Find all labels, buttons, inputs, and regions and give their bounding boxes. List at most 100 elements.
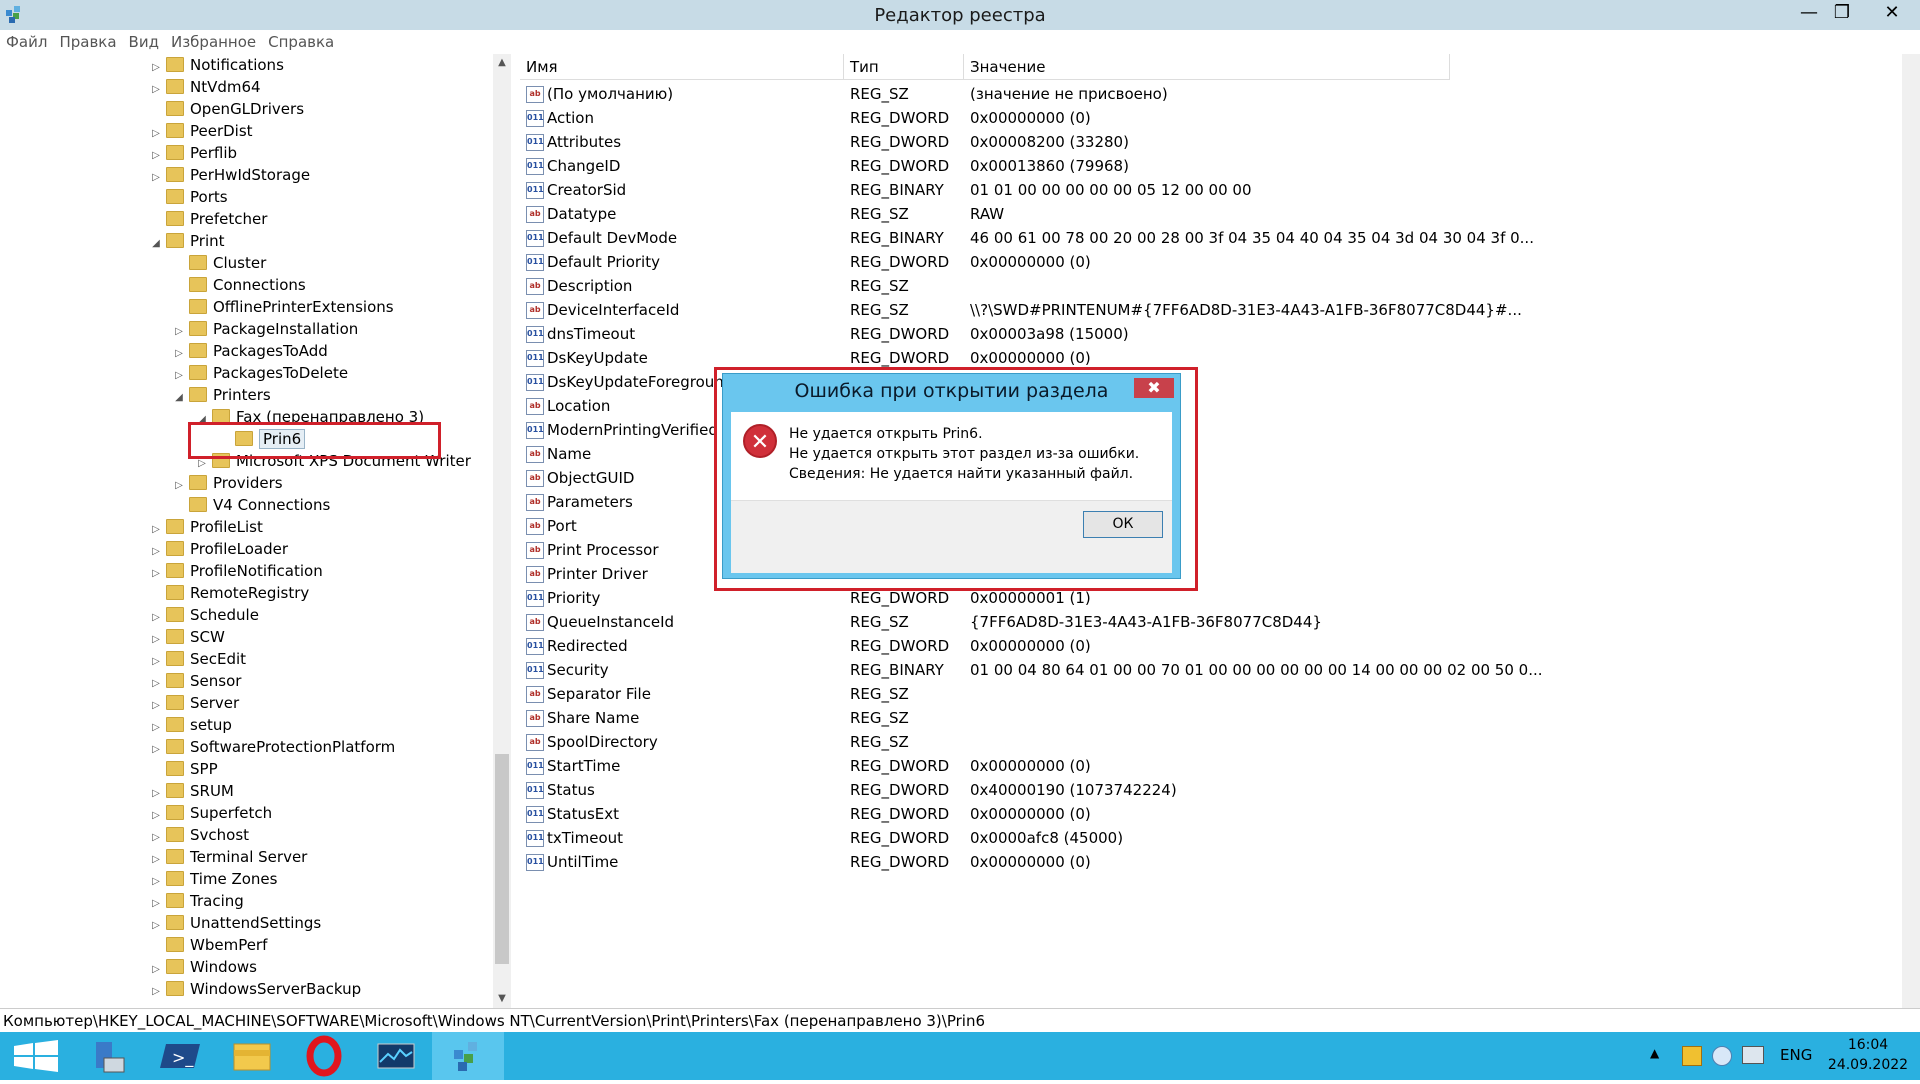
action-center-flag-icon[interactable] xyxy=(1682,1046,1702,1066)
menu-file[interactable]: Файл xyxy=(0,30,53,51)
value-row[interactable]: ab Description REG_SZ xyxy=(520,274,1920,298)
value-row[interactable]: 011 UntilTime REG_DWORD 0x00000000 (0) xyxy=(520,850,1920,874)
tree-node[interactable]: ▷ WindowsServerBackup xyxy=(150,978,361,1000)
maximize-button[interactable]: ❐ xyxy=(1821,0,1863,26)
value-row[interactable]: ab DeviceInterfaceId REG_SZ \\?\SWD#PRINTEN… xyxy=(520,298,1920,322)
tree-node[interactable]: ▷ Sensor xyxy=(150,670,241,692)
tree-node[interactable]: V4 Connections xyxy=(173,494,330,516)
language-indicator[interactable]: ENG xyxy=(1780,1046,1812,1064)
tree-node[interactable]: RemoteRegistry xyxy=(150,582,309,604)
value-row[interactable]: 011 Redirected REG_DWORD 0x00000000 (0) xyxy=(520,634,1920,658)
value-row[interactable]: ab QueueInstanceId REG_SZ {7FF6AD8D-31E3-4A… xyxy=(520,610,1920,634)
column-header-value[interactable]: Значение xyxy=(964,54,1450,80)
taskbar: >_ ▲ ENG 16:04 24.09.2022 xyxy=(0,1032,1920,1080)
network-icon[interactable] xyxy=(1742,1046,1764,1064)
tree-node[interactable]: ▷ PackagesToAdd xyxy=(173,340,328,362)
tree-node[interactable]: ▷ Schedule xyxy=(150,604,259,626)
value-row[interactable]: 011 Default Priority REG_DWORD 0x00000000 (… xyxy=(520,250,1920,274)
tree-node[interactable]: ▷ UnattendSettings xyxy=(150,912,321,934)
list-scrollbar[interactable] xyxy=(1902,54,1920,1008)
value-row[interactable]: 011 CreatorSid REG_BINARY 01 01 00 00 00 00… xyxy=(520,178,1920,202)
tree-node[interactable]: ▷ PerHwIdStorage xyxy=(150,164,310,186)
tree-node[interactable]: ▷ SRUM xyxy=(150,780,234,802)
value-row[interactable]: 011 StartTime REG_DWORD 0x00000000 (0) xyxy=(520,754,1920,778)
tree-node[interactable]: ◢ Printers xyxy=(173,384,271,406)
menu-favorites[interactable]: Избранное xyxy=(165,30,262,51)
tree-node[interactable]: ▷ Time Zones xyxy=(150,868,277,890)
tree-node[interactable]: ▷ Superfetch xyxy=(150,802,272,824)
expanded-arrow-icon[interactable]: ◢ xyxy=(173,387,185,409)
value-row[interactable]: 011 Default DevMode REG_BINARY 46 00 61 00 … xyxy=(520,226,1920,250)
value-row[interactable]: 011 dnsTimeout REG_DWORD 0x00003a98 (15000) xyxy=(520,322,1920,346)
tree-node[interactable]: ▷ ProfileNotification xyxy=(150,560,323,582)
tree-node[interactable]: ▷ SoftwareProtectionPlatform xyxy=(150,736,395,758)
value-row[interactable]: 011 txTimeout REG_DWORD 0x0000afc8 (45000) xyxy=(520,826,1920,850)
string-value-icon: ab xyxy=(526,86,544,103)
tree-node[interactable]: ▷ ProfileList xyxy=(150,516,263,538)
file-explorer-button[interactable] xyxy=(216,1032,288,1080)
value-row[interactable]: ab Separator File REG_SZ xyxy=(520,682,1920,706)
tree-node[interactable]: OfflinePrinterExtensions xyxy=(173,296,394,318)
registry-editor-button[interactable] xyxy=(432,1032,504,1080)
tree-node[interactable]: ▷ Tracing xyxy=(150,890,244,912)
start-button[interactable] xyxy=(0,1032,72,1080)
column-header-name[interactable]: Имя xyxy=(520,54,844,80)
opera-button[interactable] xyxy=(288,1032,360,1080)
tree-node[interactable]: ▷ PeerDist xyxy=(150,120,252,142)
value-row[interactable]: ab SpoolDirectory REG_SZ xyxy=(520,730,1920,754)
value-row[interactable]: ab Share Name REG_SZ xyxy=(520,706,1920,730)
clock-date[interactable]: 24.09.2022 xyxy=(1820,1057,1916,1073)
tree-node[interactable]: ▷ setup xyxy=(150,714,232,736)
value-row[interactable]: 011 ChangeID REG_DWORD 0x00013860 (79968) xyxy=(520,154,1920,178)
tree-node[interactable]: ▷ NtVdm64 xyxy=(150,76,260,98)
tree-node-label: SPP xyxy=(190,760,218,778)
menu-edit[interactable]: Правка xyxy=(53,30,122,51)
powershell-button[interactable]: >_ xyxy=(144,1032,216,1080)
tree-node[interactable]: Ports xyxy=(150,186,228,208)
menu-view[interactable]: Вид xyxy=(123,30,165,51)
expanded-arrow-icon[interactable]: ◢ xyxy=(150,233,162,255)
tree-node[interactable]: SPP xyxy=(150,758,218,780)
tray-overflow-chevron-icon[interactable]: ▲ xyxy=(1650,1046,1659,1060)
binary-value-icon: 011 xyxy=(526,182,544,199)
column-header-type[interactable]: Тип xyxy=(844,54,964,80)
tree-node[interactable]: OpenGLDrivers xyxy=(150,98,304,120)
tree-node[interactable]: ▷ Notifications xyxy=(150,54,284,76)
task-manager-button[interactable] xyxy=(360,1032,432,1080)
value-row[interactable]: ab Datatype REG_SZ RAW xyxy=(520,202,1920,226)
collapsed-arrow-icon[interactable]: ▷ xyxy=(150,981,162,1003)
tree-node[interactable]: ▷ SecEdit xyxy=(150,648,246,670)
tree-node[interactable]: ▷ Windows xyxy=(150,956,257,978)
clock-badge-icon[interactable] xyxy=(1712,1046,1732,1066)
value-row[interactable]: ab (По умолчанию) REG_SZ (значение не присв… xyxy=(520,82,1920,106)
tree-node[interactable]: Cluster xyxy=(173,252,266,274)
tree-node[interactable]: WbemPerf xyxy=(150,934,267,956)
tree-node[interactable]: ▷ Server xyxy=(150,692,239,714)
tree-node[interactable]: ▷ Svchost xyxy=(150,824,249,846)
tree-node[interactable]: ▷ PackagesToDelete xyxy=(173,362,348,384)
close-button[interactable]: ✕ xyxy=(1866,0,1918,26)
scroll-down-icon[interactable]: ▼ xyxy=(493,990,511,1008)
tree-node[interactable]: ▷ SCW xyxy=(150,626,225,648)
value-data: 0x00000000 (0) xyxy=(970,757,1091,775)
tree-node[interactable]: ◢ Print xyxy=(150,230,224,255)
tree-node[interactable]: ▷ Providers xyxy=(173,472,282,494)
registry-tree[interactable]: ▷ Notifications ▷ NtVdm64 OpenGLDrivers ▷ Peer… xyxy=(0,54,494,1008)
value-row[interactable]: 011 StatusExt REG_DWORD 0x00000000 (0) xyxy=(520,802,1920,826)
value-row[interactable]: 011 Attributes REG_DWORD 0x00008200 (33280) xyxy=(520,130,1920,154)
tree-node[interactable]: ▷ Terminal Server xyxy=(150,846,307,868)
tree-node[interactable]: Connections xyxy=(173,274,306,296)
server-manager-button[interactable] xyxy=(72,1032,144,1080)
tree-node[interactable]: ▷ Perflib xyxy=(150,142,237,164)
value-row[interactable]: 011 Security REG_BINARY 01 00 04 80 64 01 0… xyxy=(520,658,1920,682)
tree-node[interactable]: ▷ PackageInstallation xyxy=(173,318,358,340)
scroll-up-icon[interactable]: ▲ xyxy=(493,54,511,72)
tree-node[interactable]: Prefetcher xyxy=(150,208,267,230)
tree-scrollbar[interactable]: ▲ ▼ xyxy=(493,54,511,1008)
clock-time[interactable]: 16:04 xyxy=(1820,1037,1916,1053)
tree-node[interactable]: ▷ ProfileLoader xyxy=(150,538,288,560)
menu-help[interactable]: Справка xyxy=(262,30,340,51)
value-row[interactable]: 011 Action REG_DWORD 0x00000000 (0) xyxy=(520,106,1920,130)
value-row[interactable]: 011 Status REG_DWORD 0x40000190 (1073742224… xyxy=(520,778,1920,802)
tree-scroll-thumb[interactable] xyxy=(495,754,509,964)
